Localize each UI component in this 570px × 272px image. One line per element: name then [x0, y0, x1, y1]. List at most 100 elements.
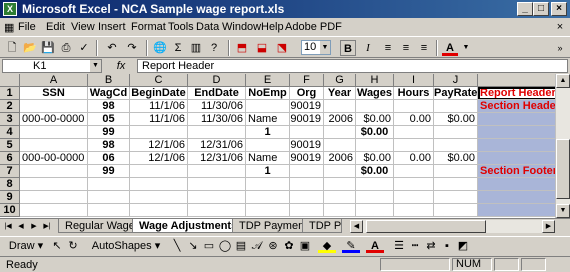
cell-g7[interactable]	[324, 165, 356, 178]
cell-i6[interactable]: 0.00	[394, 152, 434, 165]
row-header-9[interactable]: 9	[0, 191, 20, 204]
menu-adobe-pdf[interactable]: Adobe PDF	[285, 21, 342, 33]
line-style-icon[interactable]: ☰	[392, 239, 406, 253]
cell-f3[interactable]: 90019	[290, 113, 324, 126]
cell-b1[interactable]: WagCd	[88, 87, 130, 100]
cell-i8[interactable]	[394, 178, 434, 191]
align-left-icon[interactable]: ≡	[380, 40, 396, 56]
column-header-j[interactable]: J	[434, 74, 478, 87]
cell-i1[interactable]: Hours	[394, 87, 434, 100]
cell-c9[interactable]	[130, 191, 188, 204]
cell-a10[interactable]	[20, 204, 88, 217]
spelling-icon[interactable]: ✓	[76, 40, 92, 56]
rotate-icon[interactable]: ↻	[66, 239, 80, 253]
next-sheet-icon[interactable]: ▶	[28, 220, 40, 233]
scroll-right-icon[interactable]: ▶	[542, 220, 555, 233]
cell-f1[interactable]: Org	[290, 87, 324, 100]
column-header-a[interactable]: A	[20, 74, 88, 87]
font-color-draw-icon[interactable]: A	[366, 239, 384, 253]
row-header-3[interactable]: 3	[0, 113, 20, 126]
cell-b2[interactable]: 98	[88, 100, 130, 113]
column-header-f[interactable]: F	[290, 74, 324, 87]
cell-j5[interactable]	[434, 139, 478, 152]
column-header-h[interactable]: H	[356, 74, 394, 87]
cell-e7[interactable]: 1	[246, 165, 290, 178]
cell-f4[interactable]	[290, 126, 324, 139]
cell-g4[interactable]	[324, 126, 356, 139]
menu-insert[interactable]: Insert	[98, 21, 126, 33]
horizontal-scrollbar[interactable]: ◀ ▶	[350, 220, 555, 233]
first-sheet-icon[interactable]: |◀	[2, 220, 14, 233]
cell-l4[interactable]	[478, 126, 555, 139]
row-header-10[interactable]: 10	[0, 204, 20, 217]
last-sheet-icon[interactable]: ▶|	[41, 220, 53, 233]
menu-format[interactable]: Format	[131, 21, 166, 33]
cell-j7[interactable]	[434, 165, 478, 178]
cell-f5[interactable]: 90019	[290, 139, 324, 152]
print-icon[interactable]: ⎙	[58, 40, 74, 56]
cell-g8[interactable]	[324, 178, 356, 191]
dash-style-icon[interactable]: ┅	[408, 239, 422, 253]
font-color-dropdown-icon[interactable]: ▼	[458, 40, 474, 56]
cell-c3[interactable]: 11/1/06	[130, 113, 188, 126]
cell-h9[interactable]	[356, 191, 394, 204]
cell-j8[interactable]	[434, 178, 478, 191]
cell-l2[interactable]	[478, 100, 555, 113]
cell-h7[interactable]: $0.00	[356, 165, 394, 178]
formula-input[interactable]: Report Header	[137, 59, 568, 73]
cell-a7[interactable]	[20, 165, 88, 178]
3d-icon[interactable]: ◩	[456, 239, 470, 253]
arrow-icon[interactable]: ↘	[186, 239, 200, 253]
cell-c5[interactable]: 12/1/06	[130, 139, 188, 152]
cell-j10[interactable]	[434, 204, 478, 217]
cell-d9[interactable]	[188, 191, 246, 204]
cell-d5[interactable]: 12/31/06	[188, 139, 246, 152]
menu-tools[interactable]: Tools	[168, 21, 194, 33]
align-center-icon[interactable]: ≡	[398, 40, 414, 56]
row-header-7[interactable]: 7	[0, 165, 20, 178]
cell-b4[interactable]: 99	[88, 126, 130, 139]
vertical-scrollbar[interactable]: ▲ ▼	[555, 74, 570, 218]
tab-tdp-pa[interactable]: TDP Pa	[302, 219, 342, 233]
fill-color-icon[interactable]: ◆	[318, 239, 336, 253]
cell-b9[interactable]	[88, 191, 130, 204]
cell-j9[interactable]	[434, 191, 478, 204]
cell-e10[interactable]	[246, 204, 290, 217]
cell-c7[interactable]	[130, 165, 188, 178]
cell-f7[interactable]	[290, 165, 324, 178]
maximize-button[interactable]: □	[533, 2, 549, 16]
cell-e9[interactable]	[246, 191, 290, 204]
row-header-5[interactable]: 5	[0, 139, 20, 152]
cell-h2[interactable]	[356, 100, 394, 113]
menu-file[interactable]: File	[18, 21, 36, 33]
cell-c2[interactable]: 11/1/06	[130, 100, 188, 113]
row-header-1[interactable]: 1	[0, 87, 20, 100]
column-header-e[interactable]: E	[246, 74, 290, 87]
scroll-down-icon[interactable]: ▼	[556, 204, 570, 218]
cell-h5[interactable]	[356, 139, 394, 152]
column-header-d[interactable]: D	[188, 74, 246, 87]
wordart-icon[interactable]: 𝒜	[250, 239, 264, 253]
cell-b7[interactable]: 99	[88, 165, 130, 178]
select-all-corner[interactable]	[0, 74, 20, 87]
cell-c1[interactable]: BeginDate	[130, 87, 188, 100]
prev-sheet-icon[interactable]: ◀	[15, 220, 27, 233]
row-header-4[interactable]: 4	[0, 126, 20, 139]
cell-g2[interactable]	[324, 100, 356, 113]
cell-l9[interactable]	[478, 191, 555, 204]
line-color-icon[interactable]: ✎	[342, 239, 360, 253]
clipart-icon[interactable]: ✿	[282, 239, 296, 253]
autoshapes-menu[interactable]: AutoShapes ▾	[86, 239, 166, 253]
oval-icon[interactable]: ◯	[218, 239, 232, 253]
tab-wage-adjustments[interactable]: Wage Adjustments	[132, 219, 245, 233]
scroll-left-icon[interactable]: ◀	[350, 220, 363, 233]
italic-button[interactable]: I	[360, 40, 376, 56]
cell-d10[interactable]	[188, 204, 246, 217]
cell-f8[interactable]	[290, 178, 324, 191]
name-box[interactable]: K1 ▼	[2, 59, 102, 73]
cell-e2[interactable]	[246, 100, 290, 113]
cell-h3[interactable]: $0.00	[356, 113, 394, 126]
cell-g9[interactable]	[324, 191, 356, 204]
autosum-icon[interactable]: Σ	[170, 40, 186, 56]
textbox-icon[interactable]: ▤	[234, 239, 248, 253]
